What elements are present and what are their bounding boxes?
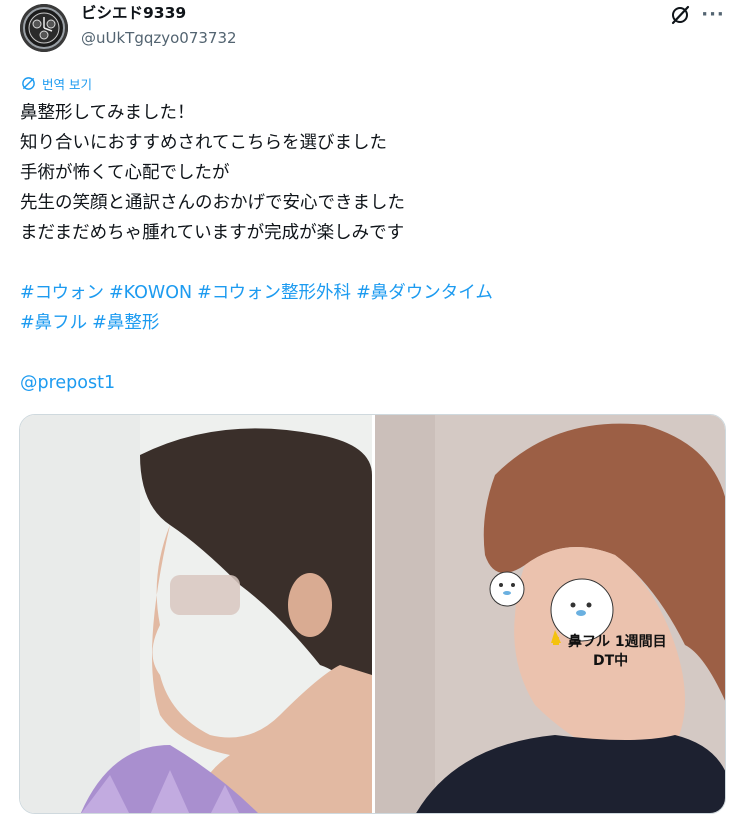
media-grid: 鼻フル 1週間目 DT中	[19, 414, 726, 814]
tweet-text: 鼻整形してみました！ 知り合いにおすすめされてこちらを選びました 手術が怖くて心…	[20, 98, 710, 398]
after-photo[interactable]: 鼻フル 1週間目 DT中	[375, 415, 725, 813]
tweet-line: 先生の笑顔と通訳さんのおかげで安心できました	[20, 193, 405, 213]
grok-icon[interactable]	[669, 4, 691, 26]
translate-link[interactable]: 번역 보기	[21, 74, 92, 93]
hashtag-link[interactable]: #KOWON	[109, 283, 192, 303]
hashtag-link[interactable]: #鼻整形	[92, 313, 159, 333]
tweet: ビシエド9339 @uUkTgqzyo073732 ··· 번역 보기 鼻整形し…	[0, 0, 734, 817]
user-handle[interactable]: @uUkTgqzyo073732	[81, 28, 237, 48]
hashtag-row: #鼻フル #鼻整形	[20, 308, 710, 338]
hashtag-link[interactable]: #コウォン整形外科	[197, 283, 351, 303]
hashtag-link[interactable]: #コウォン	[20, 283, 104, 303]
translate-icon	[22, 77, 35, 90]
display-name[interactable]: ビシエド9339	[81, 3, 186, 23]
hashtag-row: #コウォン #KOWON #コウォン整形外科 #鼻ダウンタイム	[20, 278, 710, 308]
mention-link[interactable]: @prepost1	[20, 368, 710, 398]
before-photo[interactable]	[20, 415, 372, 813]
tweet-line: 手術が怖くて心配でしたが	[20, 163, 230, 183]
more-icon[interactable]: ···	[701, 4, 724, 26]
avatar[interactable]	[20, 4, 68, 52]
hashtag-link[interactable]: #鼻フル	[20, 313, 87, 333]
overlay-caption: 鼻フル 1週間目	[568, 634, 667, 650]
overlay-caption: DT中	[593, 653, 629, 669]
tweet-line: まだまだめちゃ腫れていますが完成が楽しみです	[20, 223, 405, 243]
tweet-line: 鼻整形してみました！	[20, 103, 195, 123]
hashtag-link[interactable]: #鼻ダウンタイム	[356, 283, 493, 303]
translate-label: 번역 보기	[42, 77, 92, 92]
tweet-line: 知り合いにおすすめされてこちらを選びました	[20, 133, 387, 153]
